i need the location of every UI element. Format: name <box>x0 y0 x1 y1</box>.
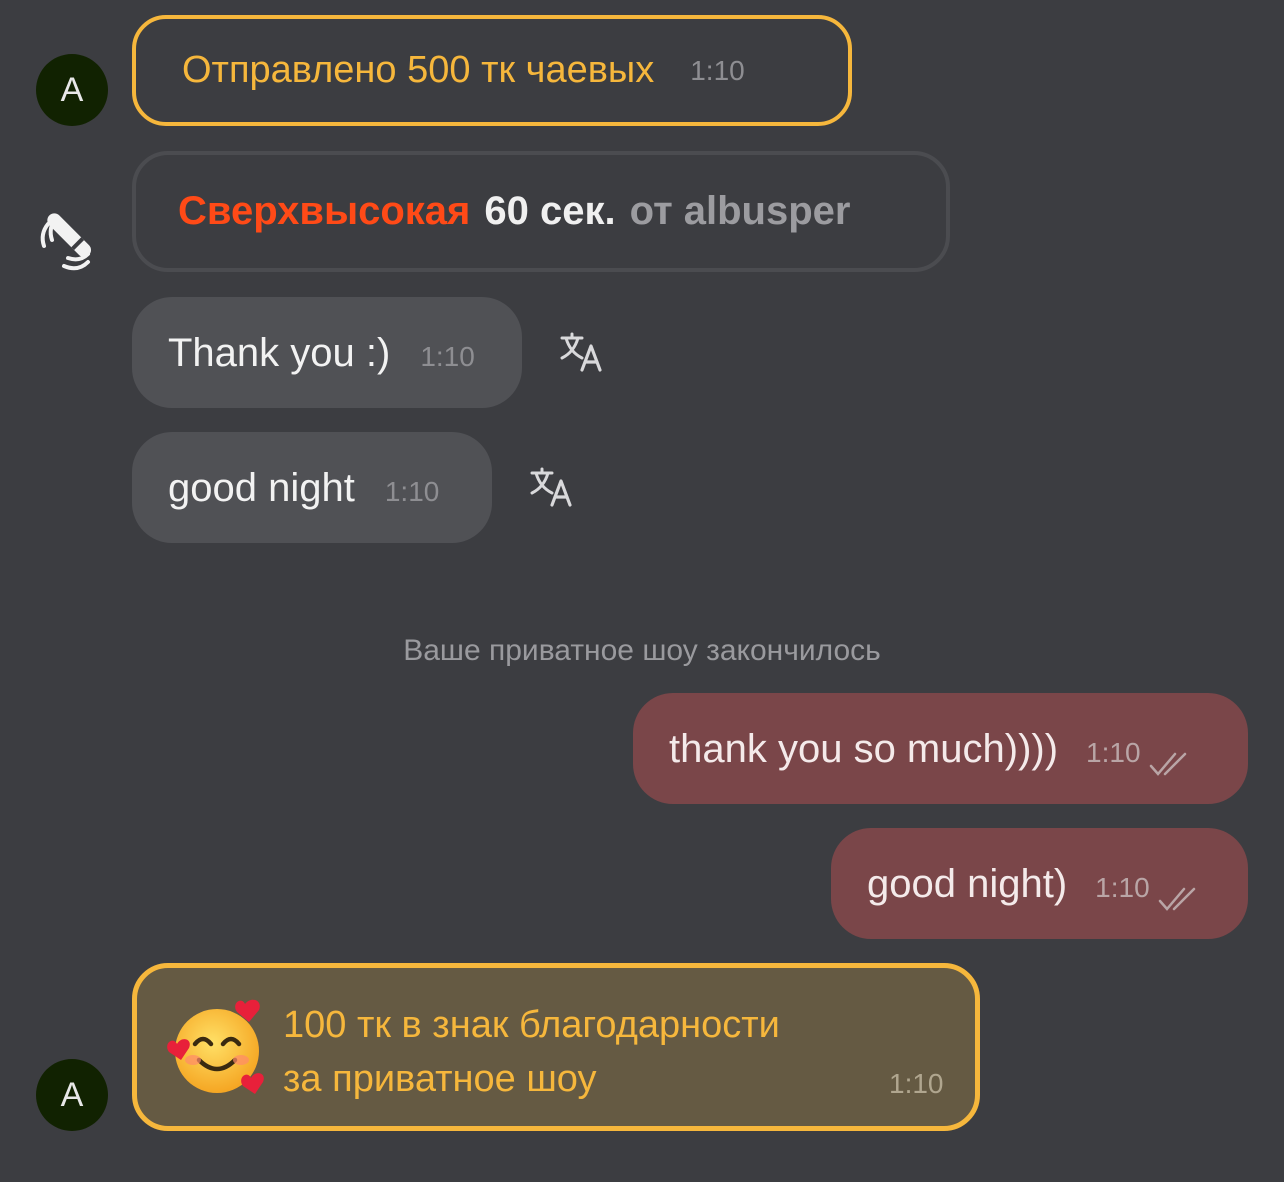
avatar-letter: A <box>60 71 84 109</box>
gift-message-text: 100 тк в знак благодарности за приватное… <box>283 998 923 1106</box>
gift-message-bubble: 100 тк в знак благодарности за приватное… <box>132 963 980 1131</box>
avatar-letter: A <box>60 1076 84 1114</box>
vibration-sender: от albusper <box>629 189 851 233</box>
incoming-message[interactable]: good night 1:10 <box>132 432 492 543</box>
avatar[interactable]: A <box>36 54 108 126</box>
message-text: Thank you :) <box>168 331 391 375</box>
vibrator-icon <box>34 200 110 276</box>
translate-icon[interactable] <box>560 332 604 372</box>
avatar[interactable]: A <box>36 1059 108 1131</box>
message-text: good night) <box>867 862 1068 906</box>
translate-icon[interactable] <box>530 467 574 507</box>
message-time: 1:10 <box>1086 737 1141 768</box>
tip-message-text: Отправлено 500 тк чаевых <box>182 49 655 91</box>
read-checkmarks-icon <box>1149 743 1193 788</box>
incoming-message[interactable]: Thank you :) 1:10 <box>132 297 522 408</box>
message-time: 1:10 <box>690 54 745 86</box>
message-time: 1:10 <box>889 1068 944 1099</box>
outgoing-message[interactable]: thank you so much)))) 1:10 <box>633 693 1248 804</box>
message-text: good night <box>168 466 355 510</box>
chat-view: A Отправлено 500 тк чаевых 1:10 Сверхвыс… <box>0 0 1284 1182</box>
outgoing-message[interactable]: good night) 1:10 <box>831 828 1248 939</box>
message-text: thank you so much)))) <box>669 727 1059 771</box>
system-note: Ваше приватное шоу закончилось <box>403 634 881 667</box>
gift-line-2: за приватное шоу <box>283 1058 597 1100</box>
gift-line-1: 100 тк в знак благодарности <box>283 1004 780 1046</box>
vibration-message-bubble: Сверхвысокая 60 сек. от albusper <box>132 151 950 272</box>
message-time: 1:10 <box>1095 872 1150 903</box>
smiling-face-with-hearts-icon <box>165 996 269 1100</box>
message-time: 1:10 <box>384 476 440 507</box>
tip-message-bubble: Отправлено 500 тк чаевых 1:10 <box>132 15 852 126</box>
vibration-duration: 60 сек. <box>484 189 616 233</box>
read-checkmarks-icon <box>1158 878 1202 923</box>
vibration-level: Сверхвысокая <box>178 189 471 233</box>
message-time: 1:10 <box>420 341 475 372</box>
